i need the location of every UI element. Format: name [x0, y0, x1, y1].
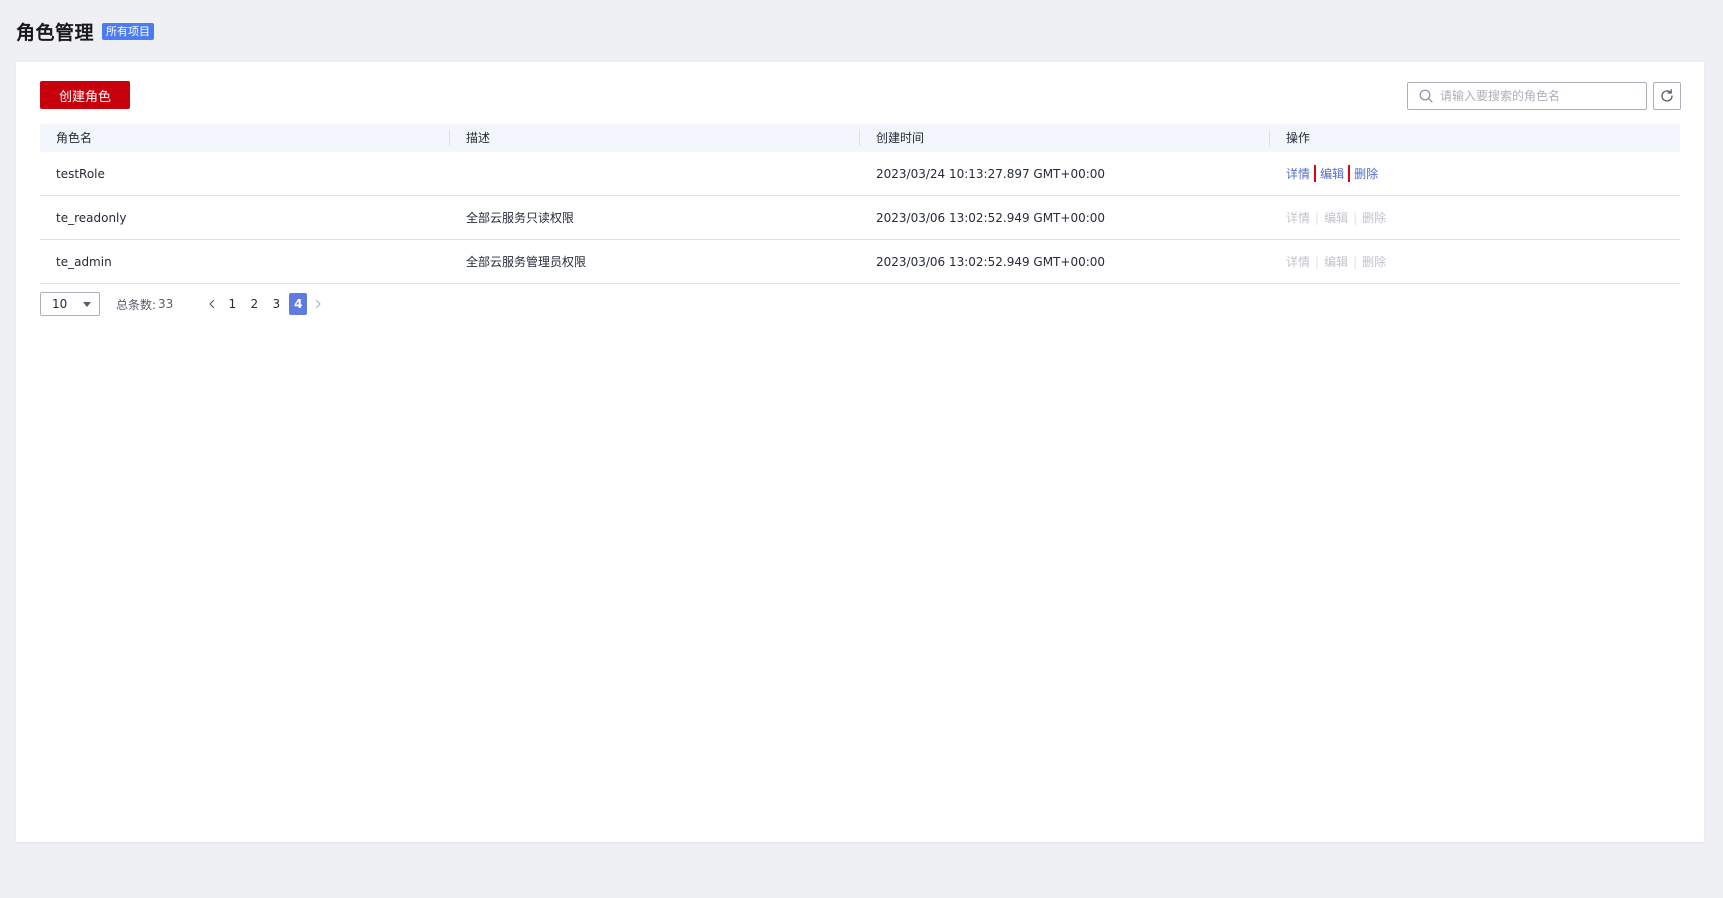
table-row: te_admin 全部云服务管理员权限 2023/03/06 13:02:52.… — [40, 240, 1680, 284]
action-separator: | — [1348, 167, 1352, 181]
row-actions: 详情 | 编辑 | 删除 — [1270, 253, 1680, 270]
row-actions: 详情 | 编辑 | 删除 — [1270, 209, 1680, 226]
refresh-icon — [1659, 88, 1675, 104]
column-header-description: 描述 — [450, 124, 860, 152]
action-separator: | — [1353, 210, 1358, 225]
main-card: 创建角色 角色名 描述 创建时间 操作 testRole — [16, 62, 1704, 842]
search-icon — [1418, 88, 1434, 104]
delete-link: 删除 — [1362, 255, 1387, 269]
detail-link[interactable]: 详情 — [1286, 165, 1310, 182]
action-separator: | — [1353, 254, 1358, 269]
roles-table: 角色名 描述 创建时间 操作 testRole 2023/03/24 10:13… — [40, 124, 1680, 284]
search-box[interactable] — [1407, 82, 1647, 110]
page-title: 角色管理 — [16, 21, 95, 44]
action-separator: | — [1315, 210, 1320, 225]
table-header: 角色名 描述 创建时间 操作 — [40, 124, 1680, 152]
table-row: te_readonly 全部云服务只读权限 2023/03/06 13:02:5… — [40, 196, 1680, 240]
edit-link: 编辑 — [1324, 211, 1349, 225]
action-separator: | — [1312, 167, 1316, 181]
role-created-time: 2023/03/06 13:02:52.949 GMT+00:00 — [876, 254, 1106, 269]
row-actions: 详情 | 编辑 | 删除 — [1270, 165, 1680, 182]
chevron-right-icon — [313, 299, 323, 309]
page-nav: 1 2 3 4 — [203, 293, 327, 315]
delete-link: 删除 — [1362, 211, 1387, 225]
column-header-created: 创建时间 — [860, 124, 1270, 152]
detail-link: 详情 — [1286, 211, 1311, 225]
total-count: 33 — [158, 297, 174, 311]
search-input[interactable] — [1440, 84, 1646, 108]
create-role-button[interactable]: 创建角色 — [40, 81, 130, 109]
role-name: testRole — [56, 166, 105, 181]
page-size-select[interactable]: 10 — [40, 292, 100, 316]
pagination: 10 总条数: 33 1 2 3 4 — [40, 292, 327, 316]
page-number-4[interactable]: 4 — [289, 293, 308, 315]
column-header-name: 角色名 — [40, 124, 450, 152]
role-name: te_admin — [56, 254, 112, 269]
column-header-actions: 操作 — [1286, 131, 1311, 145]
table-row: testRole 2023/03/24 10:13:27.897 GMT+00:… — [40, 152, 1680, 196]
prev-page-button[interactable] — [203, 295, 221, 313]
role-description: 全部云服务只读权限 — [466, 211, 575, 225]
detail-link: 详情 — [1286, 255, 1311, 269]
total-label: 总条数: — [116, 297, 157, 312]
page-number-2[interactable]: 2 — [245, 293, 263, 315]
caret-down-icon — [83, 301, 91, 307]
project-badge: 所有项目 — [102, 22, 155, 40]
chevron-left-icon — [207, 299, 217, 309]
refresh-button[interactable] — [1653, 82, 1681, 110]
edit-link[interactable]: 编辑 — [1314, 165, 1351, 182]
next-page-button[interactable] — [309, 295, 327, 313]
role-description: 全部云服务管理员权限 — [466, 255, 587, 269]
role-created-time: 2023/03/24 10:13:27.897 GMT+00:00 — [876, 166, 1106, 181]
delete-link[interactable]: 删除 — [1354, 165, 1378, 182]
edit-link: 编辑 — [1324, 255, 1349, 269]
page-number-3[interactable]: 3 — [267, 293, 285, 315]
action-separator: | — [1315, 254, 1320, 269]
role-name: te_readonly — [56, 210, 127, 225]
page-header: 角色管理 所有项目 — [16, 18, 155, 44]
role-created-time: 2023/03/06 13:02:52.949 GMT+00:00 — [876, 210, 1106, 225]
page-number-1[interactable]: 1 — [223, 293, 241, 315]
page-size-value: 10 — [52, 297, 68, 311]
